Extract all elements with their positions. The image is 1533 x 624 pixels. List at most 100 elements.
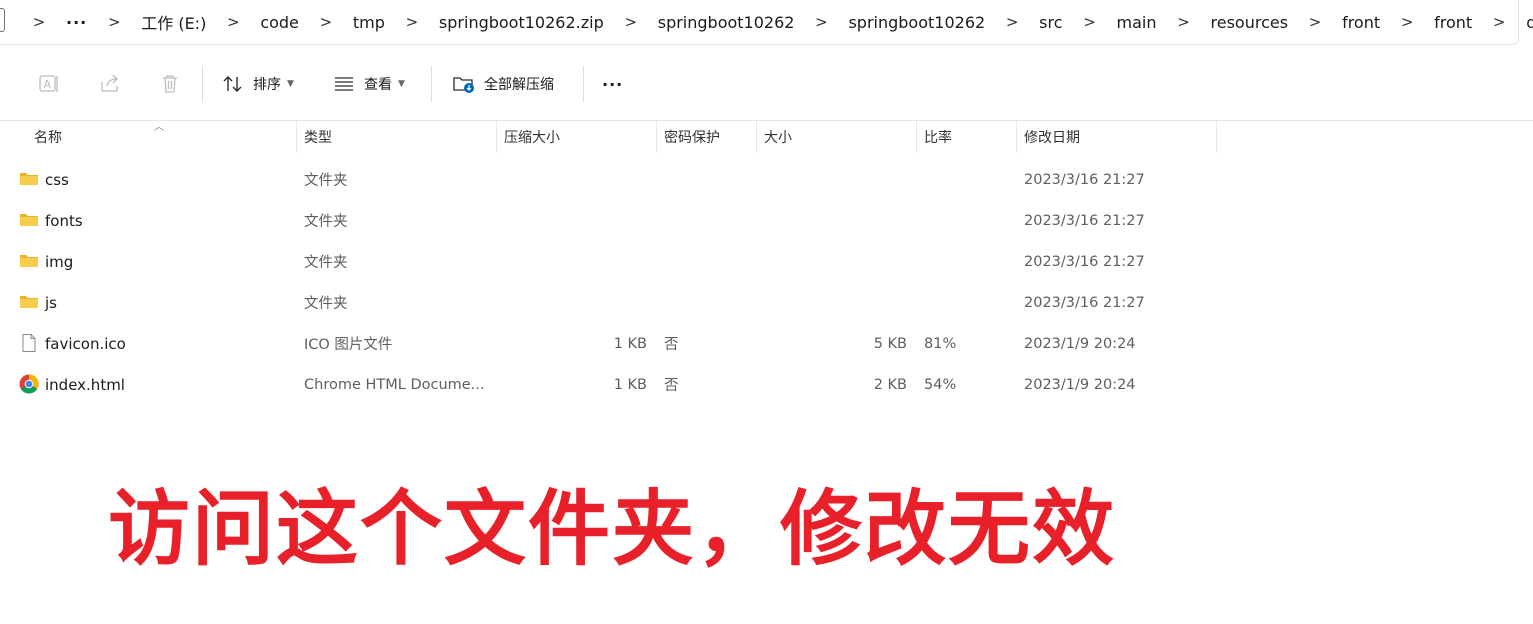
extract-folder-icon xyxy=(453,77,474,93)
window-edge-icon xyxy=(0,8,5,32)
folder-icon xyxy=(20,173,38,185)
file-date: 2023/1/9 20:24 xyxy=(1024,376,1136,393)
breadcrumb-item[interactable]: code xyxy=(250,13,309,32)
toolbar-separator xyxy=(431,66,432,102)
breadcrumb-item-current[interactable]: dist xyxy=(1516,13,1533,32)
chevron-right-icon[interactable]: > xyxy=(309,13,343,31)
file-password: 否 xyxy=(664,378,679,394)
breadcrumb-item[interactable]: springboot10262 xyxy=(838,13,995,32)
chevron-right-icon[interactable]: > xyxy=(995,13,1029,31)
file-row[interactable]: js 文件夹 2023/3/16 21:27 xyxy=(0,282,1533,323)
file-size xyxy=(764,200,907,241)
view-label: 查看 xyxy=(364,77,392,93)
file-name: css xyxy=(45,170,69,189)
folder-icon xyxy=(20,296,38,308)
column-header-date-modified[interactable]: 修改日期 xyxy=(1016,121,1216,153)
file-type: 文件夹 xyxy=(304,296,348,312)
annotation-text: 访问这个文件夹，修改无效 xyxy=(108,482,1117,577)
chevron-right-icon: > xyxy=(32,13,46,31)
chevron-right-icon[interactable]: > xyxy=(1482,13,1516,31)
file-name: index.html xyxy=(45,375,125,394)
chevron-down-icon: ▼ xyxy=(287,79,294,89)
extract-all-label: 全部解压缩 xyxy=(484,77,554,93)
address-bar[interactable]: > ··· > 工作 (E:) > code > tmp > springboo… xyxy=(0,0,1533,46)
folder-icon xyxy=(20,255,38,267)
chrome-icon xyxy=(19,374,39,394)
breadcrumb-overflow-button[interactable]: ··· xyxy=(56,13,97,32)
file-date: 2023/3/16 21:27 xyxy=(1024,294,1145,311)
chevron-right-icon[interactable]: > xyxy=(1390,13,1424,31)
file-ratio: 54% xyxy=(924,376,957,393)
file-date: 2023/1/9 20:24 xyxy=(1024,335,1136,352)
column-header-name[interactable]: 名称 xyxy=(26,121,296,153)
column-separator[interactable] xyxy=(1216,121,1217,153)
file-date: 2023/3/16 21:27 xyxy=(1024,171,1145,188)
breadcrumb-item[interactable]: springboot10262.zip xyxy=(429,13,614,32)
file-size xyxy=(764,282,907,323)
file-name: img xyxy=(45,252,74,271)
rename-button[interactable]: A xyxy=(38,68,60,100)
file-size xyxy=(764,241,907,282)
file-compressed-size: 1 KB xyxy=(613,376,647,393)
delete-button[interactable] xyxy=(159,68,181,100)
column-header-password[interactable]: 密码保护 xyxy=(656,121,756,153)
column-header-compressed-size[interactable]: 压缩大小 xyxy=(496,121,656,153)
chevron-right-icon[interactable]: > xyxy=(1073,13,1107,31)
file-name: favicon.ico xyxy=(45,334,126,353)
column-header-ratio[interactable]: 比率 xyxy=(916,121,1016,153)
chevron-right-icon[interactable]: > xyxy=(1298,13,1332,31)
file-compressed-size xyxy=(504,200,647,241)
breadcrumb-item[interactable]: resources xyxy=(1201,13,1299,32)
file-compressed-size xyxy=(504,241,647,282)
chevron-right-icon[interactable]: > xyxy=(804,13,838,31)
command-bar: A 排序 ▼ 查看 ▼ 全部解压缩 ··· xyxy=(0,46,1533,121)
share-icon xyxy=(101,74,118,92)
file-compressed-size xyxy=(504,282,647,323)
rename-icon: A xyxy=(39,75,58,92)
svg-text:A: A xyxy=(44,78,52,91)
file-password: 否 xyxy=(664,337,679,353)
chevron-right-icon[interactable]: > xyxy=(97,13,131,31)
file-compressed-size xyxy=(504,159,647,200)
chevron-right-icon[interactable]: > xyxy=(614,13,648,31)
file-icon xyxy=(22,334,36,352)
breadcrumb-item[interactable]: springboot10262 xyxy=(648,13,805,32)
file-compressed-size: 1 KB xyxy=(613,335,647,352)
file-date: 2023/3/16 21:27 xyxy=(1024,212,1145,229)
file-row[interactable]: index.html Chrome HTML Docume... 1 KB 否 … xyxy=(0,364,1533,405)
view-button[interactable]: 查看 ▼ xyxy=(333,68,405,100)
file-type: 文件夹 xyxy=(304,255,348,271)
sort-icon xyxy=(223,76,242,92)
breadcrumb-item[interactable]: front xyxy=(1332,13,1390,32)
file-date: 2023/3/16 21:27 xyxy=(1024,253,1145,270)
more-options-button[interactable]: ··· xyxy=(602,68,623,100)
file-type: 文件夹 xyxy=(304,214,348,230)
sort-button[interactable]: 排序 ▼ xyxy=(222,68,294,100)
file-size xyxy=(764,159,907,200)
file-row[interactable]: img 文件夹 2023/3/16 21:27 xyxy=(0,241,1533,282)
chevron-right-icon[interactable]: > xyxy=(1167,13,1201,31)
breadcrumb-item[interactable]: main xyxy=(1107,13,1167,32)
file-row[interactable]: fonts 文件夹 2023/3/16 21:27 xyxy=(0,200,1533,241)
file-size: 2 KB xyxy=(873,376,907,393)
chevron-right-icon[interactable]: > xyxy=(395,13,429,31)
breadcrumb-item[interactable]: front xyxy=(1424,13,1482,32)
toolbar-separator xyxy=(202,66,203,102)
extract-all-button[interactable]: 全部解压缩 xyxy=(452,68,554,100)
column-header-type[interactable]: 类型 xyxy=(296,121,496,153)
breadcrumb-item[interactable]: src xyxy=(1029,13,1072,32)
chevron-right-icon[interactable]: > xyxy=(216,13,250,31)
sort-label: 排序 xyxy=(253,77,281,93)
file-ratio: 81% xyxy=(924,335,957,352)
folder-icon xyxy=(20,214,38,226)
column-header-size[interactable]: 大小 xyxy=(756,121,916,153)
file-size: 5 KB xyxy=(873,335,907,352)
file-type: 文件夹 xyxy=(304,173,348,189)
file-type: Chrome HTML Docume... xyxy=(304,376,485,393)
chevron-down-icon: ▼ xyxy=(398,79,405,89)
file-row[interactable]: css 文件夹 2023/3/16 21:27 xyxy=(0,159,1533,200)
share-button[interactable] xyxy=(99,68,121,100)
breadcrumb-item[interactable]: tmp xyxy=(343,13,395,32)
breadcrumb-item[interactable]: 工作 (E:) xyxy=(131,10,216,34)
file-row[interactable]: favicon.ico ICO 图片文件 1 KB 否 5 KB 81% 202… xyxy=(0,323,1533,364)
